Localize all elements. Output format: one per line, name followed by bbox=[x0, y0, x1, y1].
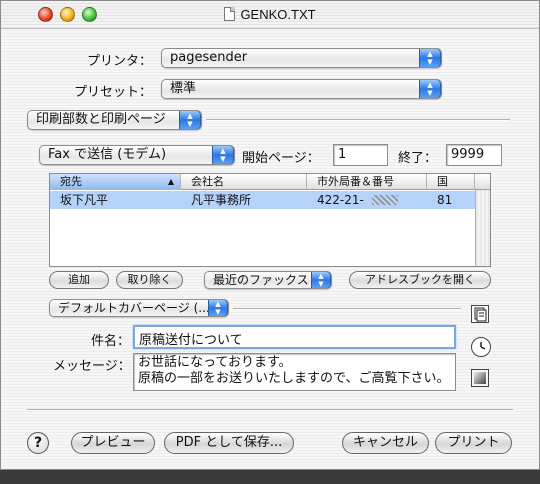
column-header-recipient[interactable]: 宛先 ▲ bbox=[50, 174, 181, 190]
printer-popup[interactable]: pagesender ▲ ▼ bbox=[161, 48, 442, 68]
document-icon[interactable] bbox=[471, 305, 489, 323]
add-recipient-button[interactable]: 追加 bbox=[49, 271, 109, 289]
message-line: お世話になっております。 bbox=[138, 355, 292, 370]
cover-divider bbox=[233, 308, 461, 310]
recent-fax-popup[interactable]: 最近のファックス ▲ ▼ bbox=[204, 271, 332, 289]
recipient-company: 凡平事務所 bbox=[191, 193, 252, 207]
preset-popup[interactable]: 標準 ▲ ▼ bbox=[161, 79, 442, 99]
panel-menu-value: 印刷部数と印刷ページ bbox=[36, 112, 166, 127]
popup-arrows-icon: ▲ ▼ bbox=[208, 300, 228, 316]
sort-ascending-icon: ▲ bbox=[167, 177, 174, 186]
start-page-label: 開始ページ： bbox=[242, 151, 320, 166]
document-icon bbox=[224, 7, 236, 21]
popup-arrows-icon: ▲ ▼ bbox=[419, 49, 441, 67]
cover-page-popup[interactable]: デフォルトカバーページ (... ▲ ▼ bbox=[49, 299, 229, 317]
clock-icon[interactable] bbox=[471, 337, 491, 357]
printer-label: プリンタ： bbox=[87, 54, 153, 69]
popup-arrows-icon: ▲ ▼ bbox=[212, 146, 234, 164]
popup-arrows-icon: ▲ ▼ bbox=[179, 111, 201, 129]
column-header-country[interactable]: 国 bbox=[427, 174, 475, 190]
recent-fax-value: 最近のファックス bbox=[213, 273, 309, 287]
print-dialog-window: GENKO.TXT プリンタ： pagesender ▲ ▼ プリセット： 標準 … bbox=[0, 0, 540, 470]
redacted-number-mask bbox=[372, 195, 398, 205]
start-page-field[interactable]: 1 bbox=[333, 144, 388, 166]
preview-button[interactable]: プレビュー bbox=[71, 432, 155, 454]
table-header: 宛先 ▲ 会社名 市外局番＆番号 国 bbox=[50, 174, 490, 190]
subject-field[interactable]: 原稿送付について bbox=[133, 325, 456, 349]
footer-divider bbox=[27, 409, 513, 411]
table-scrollbar[interactable] bbox=[475, 190, 490, 266]
save-as-pdf-button[interactable]: PDF として保存... bbox=[164, 432, 294, 454]
message-field[interactable]: お世話になっております。 原稿の一部をお送りいたしますので、ご高覧下さい。 bbox=[133, 353, 456, 391]
recipient-name: 坂下凡平 bbox=[60, 193, 109, 207]
preset-label: プリセット： bbox=[74, 85, 153, 100]
message-label: メッセージ： bbox=[53, 359, 131, 374]
background-window-strip bbox=[0, 470, 540, 484]
panel-menu-popup[interactable]: 印刷部数と印刷ページ ▲ ▼ bbox=[27, 110, 202, 130]
fax-mode-popup[interactable]: Fax で送信 (モデム) ▲ ▼ bbox=[39, 145, 235, 165]
cancel-button[interactable]: キャンセル bbox=[342, 432, 429, 454]
recipients-table[interactable]: 宛先 ▲ 会社名 市外局番＆番号 国 坂下凡平 凡平事務所 422-21- 81 bbox=[49, 173, 491, 267]
window-title: GENKO.TXT bbox=[240, 7, 316, 22]
end-page-label: 終了： bbox=[398, 151, 438, 166]
table-row[interactable]: 坂下凡平 凡平事務所 422-21- 81 bbox=[50, 191, 475, 209]
column-header-company[interactable]: 会社名 bbox=[181, 174, 307, 190]
column-header-number[interactable]: 市外局番＆番号 bbox=[307, 174, 427, 190]
section-divider bbox=[206, 119, 510, 121]
subject-label: 件名： bbox=[91, 334, 131, 349]
end-page-field[interactable]: 9999 bbox=[446, 144, 502, 166]
recipient-number: 422-21- bbox=[317, 193, 364, 207]
recipient-country: 81 bbox=[437, 193, 453, 207]
title-bar: GENKO.TXT bbox=[1, 1, 539, 29]
help-button[interactable]: ? bbox=[27, 432, 49, 454]
popup-arrows-icon: ▲ ▼ bbox=[311, 272, 331, 288]
square-icon[interactable] bbox=[471, 369, 489, 387]
remove-recipient-button[interactable]: 取り除く bbox=[116, 271, 183, 289]
fax-mode-value: Fax で送信 (モデム) bbox=[48, 147, 167, 162]
preset-value: 標準 bbox=[170, 81, 197, 96]
popup-arrows-icon: ▲ ▼ bbox=[419, 80, 441, 98]
cover-page-value: デフォルトカバーページ (... bbox=[58, 301, 210, 315]
print-button[interactable]: プリント bbox=[435, 432, 512, 454]
printer-value: pagesender bbox=[170, 50, 248, 65]
message-line: 原稿の一部をお送りいたしますので、ご高覧下さい。 bbox=[138, 371, 450, 386]
open-address-book-button[interactable]: アドレスブックを開く bbox=[349, 271, 491, 289]
